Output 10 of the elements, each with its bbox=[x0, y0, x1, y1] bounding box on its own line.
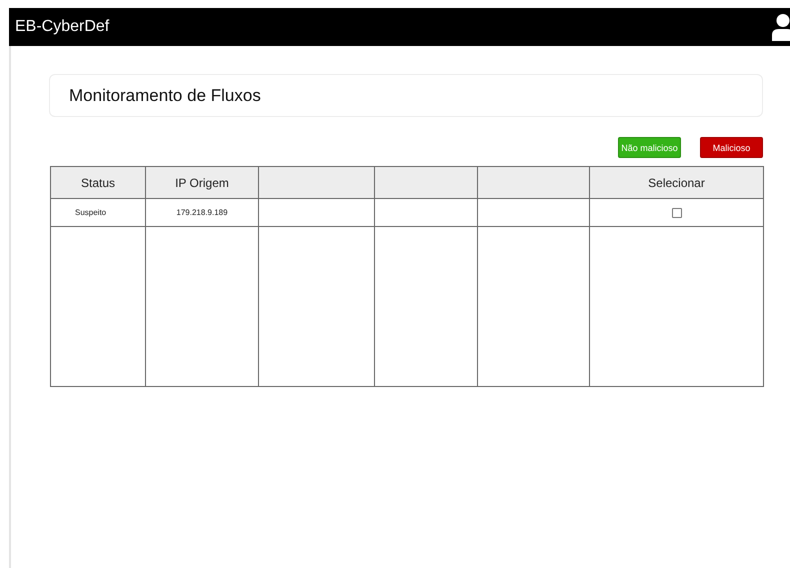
ip-address: 179.218.9.189 bbox=[176, 208, 228, 217]
page-title: Monitoramento de Fluxos bbox=[69, 86, 261, 106]
column-header: IP Origem bbox=[146, 167, 259, 199]
malicious-button[interactable]: Malicioso bbox=[700, 137, 763, 158]
app-title: EB-CyberDef bbox=[15, 18, 110, 36]
column-header: Status bbox=[51, 167, 146, 199]
select-checkbox[interactable] bbox=[672, 208, 682, 218]
column-header: Selecionar bbox=[590, 167, 764, 199]
status-text: Suspeito bbox=[75, 208, 106, 217]
user-icon[interactable] bbox=[772, 13, 790, 41]
